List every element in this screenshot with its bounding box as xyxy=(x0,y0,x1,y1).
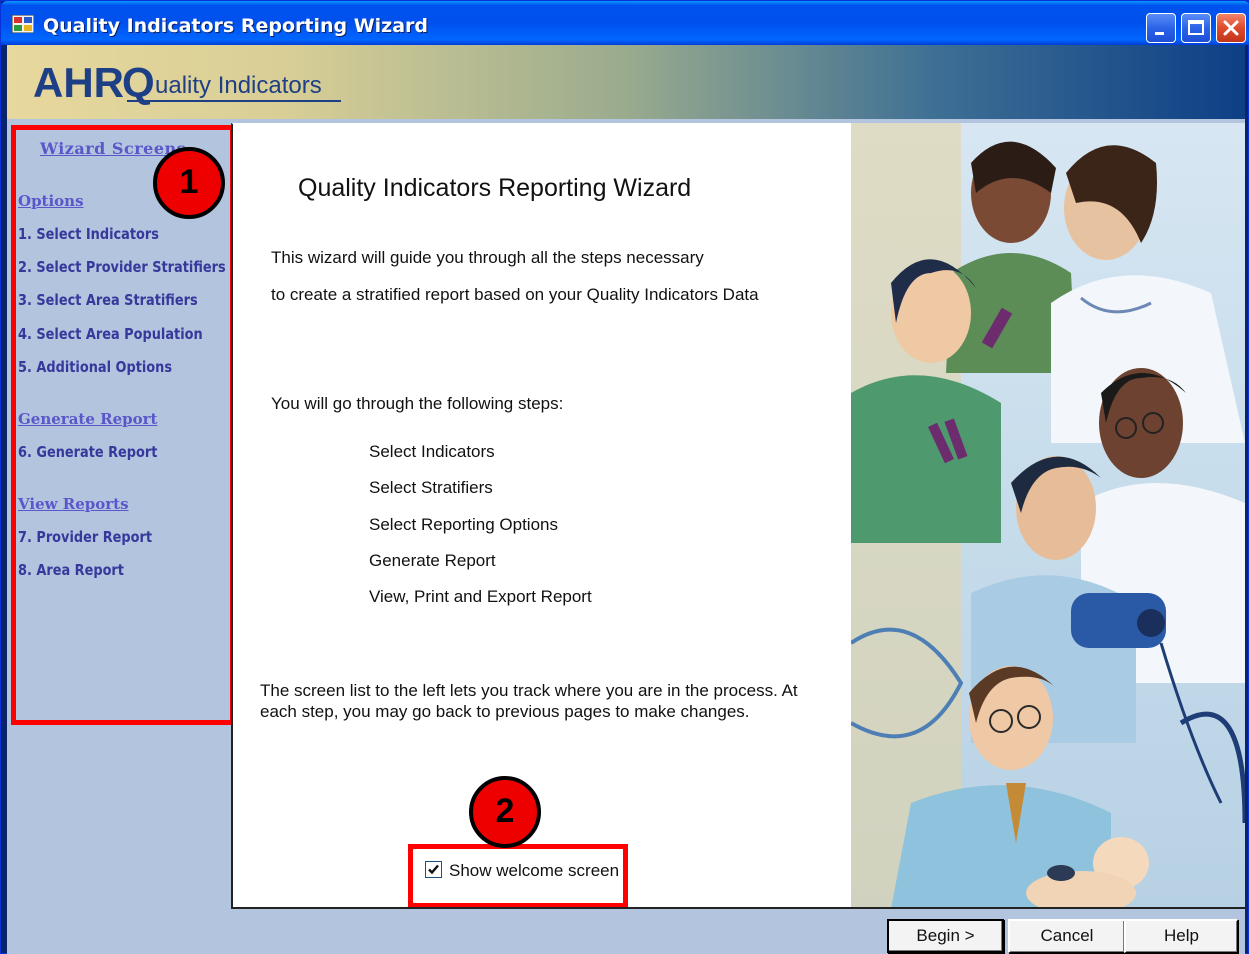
intro-line-1: This wizard will guide you through all t… xyxy=(271,248,704,267)
minimize-button[interactable] xyxy=(1146,13,1176,43)
ahrq-logo: AHR Q uality Indicators xyxy=(33,59,341,106)
annotation-box-2 xyxy=(408,844,628,908)
minimize-icon xyxy=(1155,32,1164,35)
healthcare-illustration xyxy=(851,123,1245,909)
navigation-help-text: The screen list to the left lets you tra… xyxy=(260,681,798,721)
maximize-icon xyxy=(1188,20,1204,35)
svg-text:AHR: AHR xyxy=(33,59,124,106)
step-item: View, Print and Export Report xyxy=(369,587,592,606)
page-title: Quality Indicators Reporting Wizard xyxy=(298,174,692,202)
title-bar[interactable]: Quality Indicators Reporting Wizard xyxy=(1,1,1249,45)
step-item: Select Reporting Options xyxy=(369,515,558,534)
svg-text:Q: Q xyxy=(122,59,155,106)
intro-line-2: to create a stratified report based on y… xyxy=(271,285,759,304)
help-button[interactable]: Help xyxy=(1124,919,1238,953)
bottom-divider xyxy=(231,907,1245,909)
banner: AHR Q uality Indicators xyxy=(7,45,1245,119)
close-icon xyxy=(1223,20,1239,36)
begin-button[interactable]: Begin > xyxy=(887,919,1004,953)
steps-intro: You will go through the following steps: xyxy=(271,394,564,413)
svg-text:uality Indicators: uality Indicators xyxy=(155,72,322,99)
welcome-content-pane: Quality Indicators Reporting Wizard This… xyxy=(231,123,851,909)
step-item: Generate Report xyxy=(369,551,496,570)
annotation-badge-1: 1 xyxy=(153,147,225,219)
client-area: AHR Q uality Indicators Wizard Screens O… xyxy=(7,45,1245,954)
annotation-badge-2: 2 xyxy=(469,776,541,848)
wizard-screens-nav: Wizard Screens Options 1. Select Indicat… xyxy=(7,119,235,954)
wizard-window: Quality Indicators Reporting Wizard AHR … xyxy=(0,0,1249,954)
maximize-button[interactable] xyxy=(1181,13,1211,43)
step-item: Select Indicators xyxy=(369,442,495,461)
step-item: Select Stratifiers xyxy=(369,478,493,497)
close-button[interactable] xyxy=(1216,13,1246,43)
app-icon xyxy=(11,14,35,34)
cancel-button[interactable]: Cancel xyxy=(1008,919,1125,953)
window-title: Quality Indicators Reporting Wizard xyxy=(43,15,429,37)
